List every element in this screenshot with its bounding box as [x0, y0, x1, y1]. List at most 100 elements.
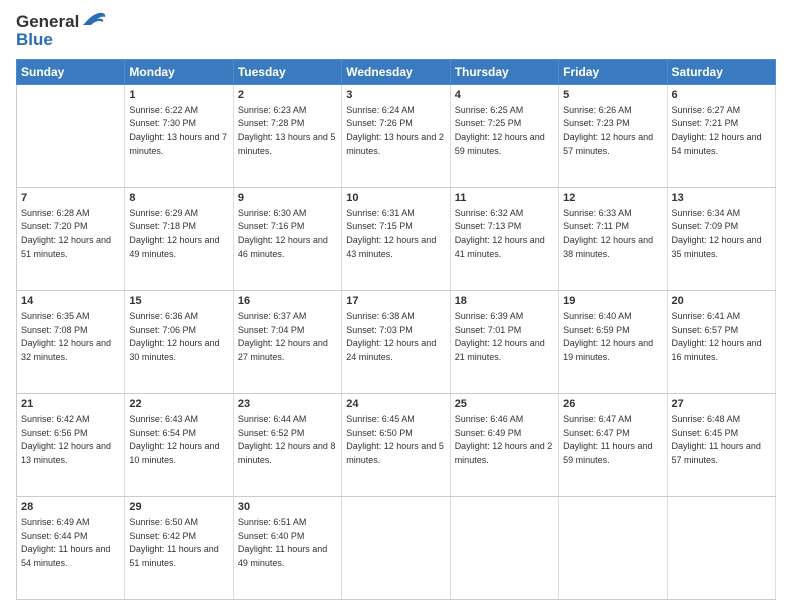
- weekday-header-thursday: Thursday: [450, 59, 558, 84]
- day-number: 30: [238, 500, 337, 515]
- day-info: Sunrise: 6:30 AMSunset: 7:16 PMDaylight:…: [238, 208, 328, 259]
- calendar-cell: 21 Sunrise: 6:42 AMSunset: 6:56 PMDaylig…: [17, 393, 125, 496]
- calendar-cell: 24 Sunrise: 6:45 AMSunset: 6:50 PMDaylig…: [342, 393, 450, 496]
- day-info: Sunrise: 6:51 AMSunset: 6:40 PMDaylight:…: [238, 517, 327, 568]
- logo-blue: Blue: [16, 30, 107, 50]
- weekday-header-monday: Monday: [125, 59, 233, 84]
- calendar-cell: 1 Sunrise: 6:22 AMSunset: 7:30 PMDayligh…: [125, 84, 233, 187]
- day-info: Sunrise: 6:22 AMSunset: 7:30 PMDaylight:…: [129, 105, 227, 156]
- calendar-cell: 11 Sunrise: 6:32 AMSunset: 7:13 PMDaylig…: [450, 187, 558, 290]
- day-info: Sunrise: 6:37 AMSunset: 7:04 PMDaylight:…: [238, 311, 328, 362]
- calendar-cell: 12 Sunrise: 6:33 AMSunset: 7:11 PMDaylig…: [559, 187, 667, 290]
- calendar-cell: 3 Sunrise: 6:24 AMSunset: 7:26 PMDayligh…: [342, 84, 450, 187]
- day-number: 8: [129, 191, 228, 206]
- calendar-cell: 10 Sunrise: 6:31 AMSunset: 7:15 PMDaylig…: [342, 187, 450, 290]
- day-info: Sunrise: 6:32 AMSunset: 7:13 PMDaylight:…: [455, 208, 545, 259]
- header: General Blue: [16, 12, 776, 51]
- logo-general: General: [16, 12, 79, 32]
- day-info: Sunrise: 6:26 AMSunset: 7:23 PMDaylight:…: [563, 105, 653, 156]
- day-info: Sunrise: 6:41 AMSunset: 6:57 PMDaylight:…: [672, 311, 762, 362]
- day-number: 6: [672, 88, 771, 103]
- calendar-cell: 6 Sunrise: 6:27 AMSunset: 7:21 PMDayligh…: [667, 84, 775, 187]
- logo-text: General Blue: [16, 12, 107, 51]
- calendar-cell: 29 Sunrise: 6:50 AMSunset: 6:42 PMDaylig…: [125, 496, 233, 599]
- calendar-cell: 23 Sunrise: 6:44 AMSunset: 6:52 PMDaylig…: [233, 393, 341, 496]
- day-number: 11: [455, 191, 554, 206]
- day-info: Sunrise: 6:36 AMSunset: 7:06 PMDaylight:…: [129, 311, 219, 362]
- day-number: 29: [129, 500, 228, 515]
- calendar-cell: 2 Sunrise: 6:23 AMSunset: 7:28 PMDayligh…: [233, 84, 341, 187]
- calendar-cell: 9 Sunrise: 6:30 AMSunset: 7:16 PMDayligh…: [233, 187, 341, 290]
- day-info: Sunrise: 6:29 AMSunset: 7:18 PMDaylight:…: [129, 208, 219, 259]
- day-number: 19: [563, 294, 662, 309]
- day-number: 13: [672, 191, 771, 206]
- day-number: 15: [129, 294, 228, 309]
- calendar-cell: 19 Sunrise: 6:40 AMSunset: 6:59 PMDaylig…: [559, 290, 667, 393]
- calendar-week-1: 7 Sunrise: 6:28 AMSunset: 7:20 PMDayligh…: [17, 187, 776, 290]
- day-number: 16: [238, 294, 337, 309]
- day-number: 25: [455, 397, 554, 412]
- day-number: 1: [129, 88, 228, 103]
- page: General Blue SundayMondayTuesdayWednesda…: [0, 0, 792, 612]
- weekday-header-saturday: Saturday: [667, 59, 775, 84]
- day-info: Sunrise: 6:28 AMSunset: 7:20 PMDaylight:…: [21, 208, 111, 259]
- day-info: Sunrise: 6:46 AMSunset: 6:49 PMDaylight:…: [455, 414, 553, 465]
- day-info: Sunrise: 6:48 AMSunset: 6:45 PMDaylight:…: [672, 414, 761, 465]
- calendar-cell: [667, 496, 775, 599]
- day-number: 7: [21, 191, 120, 206]
- day-info: Sunrise: 6:33 AMSunset: 7:11 PMDaylight:…: [563, 208, 653, 259]
- calendar-cell: [342, 496, 450, 599]
- calendar-cell: 8 Sunrise: 6:29 AMSunset: 7:18 PMDayligh…: [125, 187, 233, 290]
- day-number: 27: [672, 397, 771, 412]
- calendar-cell: [17, 84, 125, 187]
- day-number: 9: [238, 191, 337, 206]
- day-info: Sunrise: 6:44 AMSunset: 6:52 PMDaylight:…: [238, 414, 336, 465]
- day-info: Sunrise: 6:39 AMSunset: 7:01 PMDaylight:…: [455, 311, 545, 362]
- weekday-header-wednesday: Wednesday: [342, 59, 450, 84]
- day-info: Sunrise: 6:27 AMSunset: 7:21 PMDaylight:…: [672, 105, 762, 156]
- day-number: 28: [21, 500, 120, 515]
- day-info: Sunrise: 6:25 AMSunset: 7:25 PMDaylight:…: [455, 105, 545, 156]
- day-number: 4: [455, 88, 554, 103]
- logo-bird-icon: [81, 11, 107, 29]
- day-info: Sunrise: 6:50 AMSunset: 6:42 PMDaylight:…: [129, 517, 218, 568]
- calendar-cell: 22 Sunrise: 6:43 AMSunset: 6:54 PMDaylig…: [125, 393, 233, 496]
- day-number: 10: [346, 191, 445, 206]
- day-number: 5: [563, 88, 662, 103]
- calendar-cell: 7 Sunrise: 6:28 AMSunset: 7:20 PMDayligh…: [17, 187, 125, 290]
- day-info: Sunrise: 6:47 AMSunset: 6:47 PMDaylight:…: [563, 414, 652, 465]
- day-number: 12: [563, 191, 662, 206]
- day-number: 14: [21, 294, 120, 309]
- calendar-cell: 26 Sunrise: 6:47 AMSunset: 6:47 PMDaylig…: [559, 393, 667, 496]
- day-number: 18: [455, 294, 554, 309]
- day-info: Sunrise: 6:31 AMSunset: 7:15 PMDaylight:…: [346, 208, 436, 259]
- day-info: Sunrise: 6:42 AMSunset: 6:56 PMDaylight:…: [21, 414, 111, 465]
- day-number: 22: [129, 397, 228, 412]
- calendar-week-2: 14 Sunrise: 6:35 AMSunset: 7:08 PMDaylig…: [17, 290, 776, 393]
- day-info: Sunrise: 6:24 AMSunset: 7:26 PMDaylight:…: [346, 105, 444, 156]
- calendar-cell: 16 Sunrise: 6:37 AMSunset: 7:04 PMDaylig…: [233, 290, 341, 393]
- day-info: Sunrise: 6:23 AMSunset: 7:28 PMDaylight:…: [238, 105, 336, 156]
- logo: General Blue: [16, 12, 107, 51]
- day-info: Sunrise: 6:35 AMSunset: 7:08 PMDaylight:…: [21, 311, 111, 362]
- calendar-cell: 17 Sunrise: 6:38 AMSunset: 7:03 PMDaylig…: [342, 290, 450, 393]
- calendar-cell: 27 Sunrise: 6:48 AMSunset: 6:45 PMDaylig…: [667, 393, 775, 496]
- day-info: Sunrise: 6:43 AMSunset: 6:54 PMDaylight:…: [129, 414, 219, 465]
- day-info: Sunrise: 6:38 AMSunset: 7:03 PMDaylight:…: [346, 311, 436, 362]
- calendar-cell: 14 Sunrise: 6:35 AMSunset: 7:08 PMDaylig…: [17, 290, 125, 393]
- calendar-cell: [450, 496, 558, 599]
- calendar-cell: 28 Sunrise: 6:49 AMSunset: 6:44 PMDaylig…: [17, 496, 125, 599]
- calendar-cell: 15 Sunrise: 6:36 AMSunset: 7:06 PMDaylig…: [125, 290, 233, 393]
- day-info: Sunrise: 6:40 AMSunset: 6:59 PMDaylight:…: [563, 311, 653, 362]
- day-info: Sunrise: 6:45 AMSunset: 6:50 PMDaylight:…: [346, 414, 444, 465]
- calendar-week-4: 28 Sunrise: 6:49 AMSunset: 6:44 PMDaylig…: [17, 496, 776, 599]
- day-number: 17: [346, 294, 445, 309]
- weekday-header-sunday: Sunday: [17, 59, 125, 84]
- calendar-cell: 4 Sunrise: 6:25 AMSunset: 7:25 PMDayligh…: [450, 84, 558, 187]
- calendar-cell: 30 Sunrise: 6:51 AMSunset: 6:40 PMDaylig…: [233, 496, 341, 599]
- weekday-header-tuesday: Tuesday: [233, 59, 341, 84]
- day-number: 26: [563, 397, 662, 412]
- calendar-cell: 13 Sunrise: 6:34 AMSunset: 7:09 PMDaylig…: [667, 187, 775, 290]
- day-number: 3: [346, 88, 445, 103]
- calendar-cell: [559, 496, 667, 599]
